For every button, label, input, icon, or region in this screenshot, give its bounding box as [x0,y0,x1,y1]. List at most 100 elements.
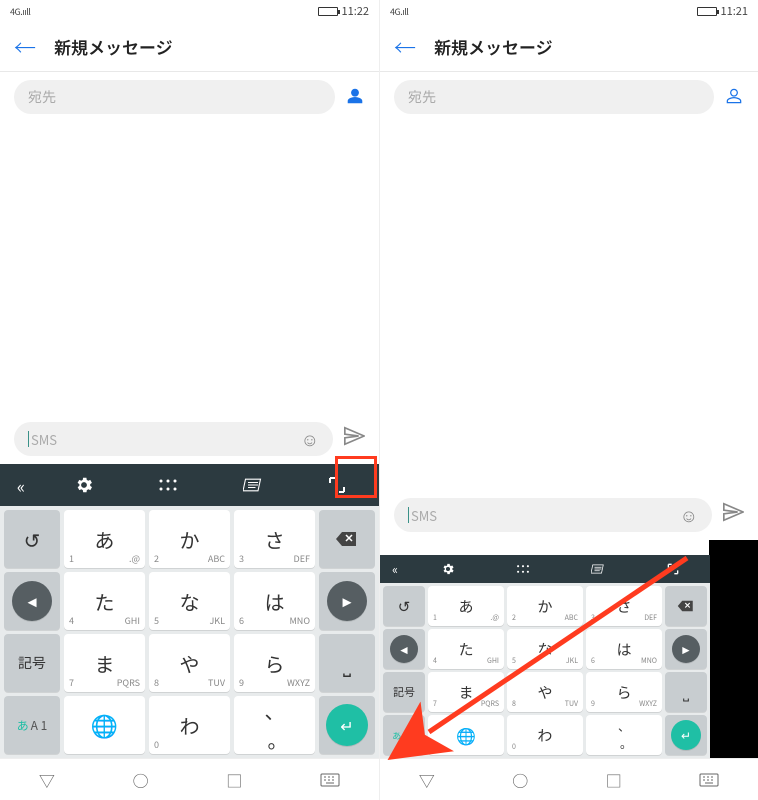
key-ra[interactable]: ら9WXYZ [586,672,662,712]
status-bar: 4G.ıll 11:21 [380,0,758,22]
status-right: 11:22 [318,3,369,19]
key-punct[interactable]: 、。 [586,715,662,755]
screen-left: 4G.ııll 11:22 ← 新規メッセージ 宛先 SMS ☺ « [0,0,379,800]
clock: 11:21 [721,3,748,19]
nav-home-icon[interactable]: ○ [133,768,149,792]
left-key[interactable]: ◄ [4,572,60,630]
nav-recent-icon[interactable]: □ [606,768,622,792]
keyboard-empty-strip [709,540,758,758]
nav-back-icon[interactable]: ▽ [419,768,435,792]
app-header: ← 新規メッセージ [380,22,758,72]
recipient-placeholder: 宛先 [408,87,436,107]
nav-keyboard-icon[interactable] [699,768,719,792]
key-ha[interactable]: は6MNO [586,629,662,669]
key-ka[interactable]: か2ABC [507,586,583,626]
recipient-input[interactable]: 宛先 [14,80,335,114]
nav-keyboard-icon[interactable] [320,768,340,792]
keyboard: ↺ あ1.@ か2ABC さ3DEF ◄ た4GHI な5JKL は6MNO ►… [380,583,710,758]
key-ma[interactable]: ま7PQRS [64,634,145,692]
key-na[interactable]: な5JKL [149,572,230,630]
key-punct[interactable]: 、。 [234,696,315,754]
settings-icon[interactable] [42,464,126,506]
recipient-placeholder: 宛先 [28,87,56,107]
symbol-key[interactable]: 記号 [383,672,425,712]
key-a[interactable]: あ1.@ [64,510,145,568]
enter-key[interactable]: ↵ [319,696,375,754]
nav-bar: ▽ ○ □ [0,758,379,800]
back-arrow-icon[interactable]: ← [14,31,36,63]
key-ka[interactable]: か2ABC [149,510,230,568]
key-a[interactable]: あ1.@ [428,586,504,626]
key-ya[interactable]: や8TUV [507,672,583,712]
recipient-row: 宛先 [0,72,379,122]
network-indicator: 4G.ııll [10,5,30,18]
resize-icon[interactable] [295,464,379,506]
key-ta[interactable]: た4GHI [428,629,504,669]
grid-icon[interactable] [126,464,210,506]
collapse-icon[interactable]: « [380,555,410,583]
right-key[interactable]: ► [319,572,375,630]
key-wa[interactable]: わ0 [507,715,583,755]
collapse-icon[interactable]: « [0,464,42,506]
resize-icon[interactable] [635,555,710,583]
compose-placeholder: SMS [411,506,437,525]
back-arrow-icon[interactable]: ← [394,31,416,63]
enter-key[interactable]: ↵ [665,715,707,755]
mode-key[interactable]: あA 1 [383,715,425,755]
settings-icon[interactable] [410,555,485,583]
keyboard-toolbar: « [380,555,710,583]
key-sa[interactable]: さ3DEF [586,586,662,626]
key-ma[interactable]: ま7PQRS [428,672,504,712]
keyboard: ↺ あ1.@ か2ABC さ3DEF ◄ た4GHI な5JKL は6MNO ►… [0,506,379,758]
right-key[interactable]: ► [665,629,707,669]
compose-row: SMS ☺ [380,490,758,540]
message-body[interactable] [0,122,379,414]
page-title: 新規メッセージ [54,34,173,59]
undo-key[interactable]: ↺ [4,510,60,568]
nav-home-icon[interactable]: ○ [512,768,528,792]
compose-placeholder: SMS [31,430,57,449]
grid-icon[interactable] [485,555,560,583]
recipient-input[interactable]: 宛先 [394,80,714,114]
send-icon[interactable] [343,425,365,453]
backspace-key[interactable] [319,510,375,568]
key-ya[interactable]: や8TUV [149,634,230,692]
status-bar: 4G.ııll 11:22 [0,0,379,22]
key-na[interactable]: な5JKL [507,629,583,669]
key-ha[interactable]: は6MNO [234,572,315,630]
compose-input[interactable]: SMS ☺ [14,422,333,456]
key-globe[interactable]: 🌐 [428,715,504,755]
battery-icon [697,7,717,16]
page-title: 新規メッセージ [434,34,553,59]
key-globe[interactable]: 🌐 [64,696,145,754]
undo-key[interactable]: ↺ [383,586,425,626]
status-right: 11:21 [697,3,748,19]
nav-recent-icon[interactable]: □ [226,768,242,792]
space-key[interactable]: ⎵ [319,634,375,692]
backspace-key[interactable] [665,586,707,626]
clipboard-icon[interactable] [211,464,295,506]
left-key[interactable]: ◄ [383,629,425,669]
nav-back-icon[interactable]: ▽ [39,768,55,792]
compose-input[interactable]: SMS ☺ [394,498,712,532]
emoji-icon[interactable]: ☺ [301,426,319,452]
keyboard-toolbar: « [0,464,379,506]
contact-icon[interactable] [724,83,744,112]
mode-key[interactable]: あA 1 [4,696,60,754]
clock: 11:22 [342,3,369,19]
symbol-key[interactable]: 記号 [4,634,60,692]
nav-bar: ▽ ○ □ [380,758,758,800]
emoji-icon[interactable]: ☺ [680,502,698,528]
keyboard-small: « ↺ あ1.@ か2ABC さ3DEF ◄ た4GHI な5JKL は6MNO… [380,555,710,758]
screen-right: 4G.ıll 11:21 ← 新規メッセージ 宛先 SMS ☺ « [379,0,758,800]
key-wa[interactable]: わ0 [149,696,230,754]
send-icon[interactable] [722,501,744,529]
contact-icon[interactable] [345,83,365,112]
key-ta[interactable]: た4GHI [64,572,145,630]
battery-icon [318,7,338,16]
key-sa[interactable]: さ3DEF [234,510,315,568]
network-indicator: 4G.ıll [390,5,408,18]
space-key[interactable]: ⎵ [665,672,707,712]
key-ra[interactable]: ら9WXYZ [234,634,315,692]
clipboard-icon[interactable] [560,555,635,583]
